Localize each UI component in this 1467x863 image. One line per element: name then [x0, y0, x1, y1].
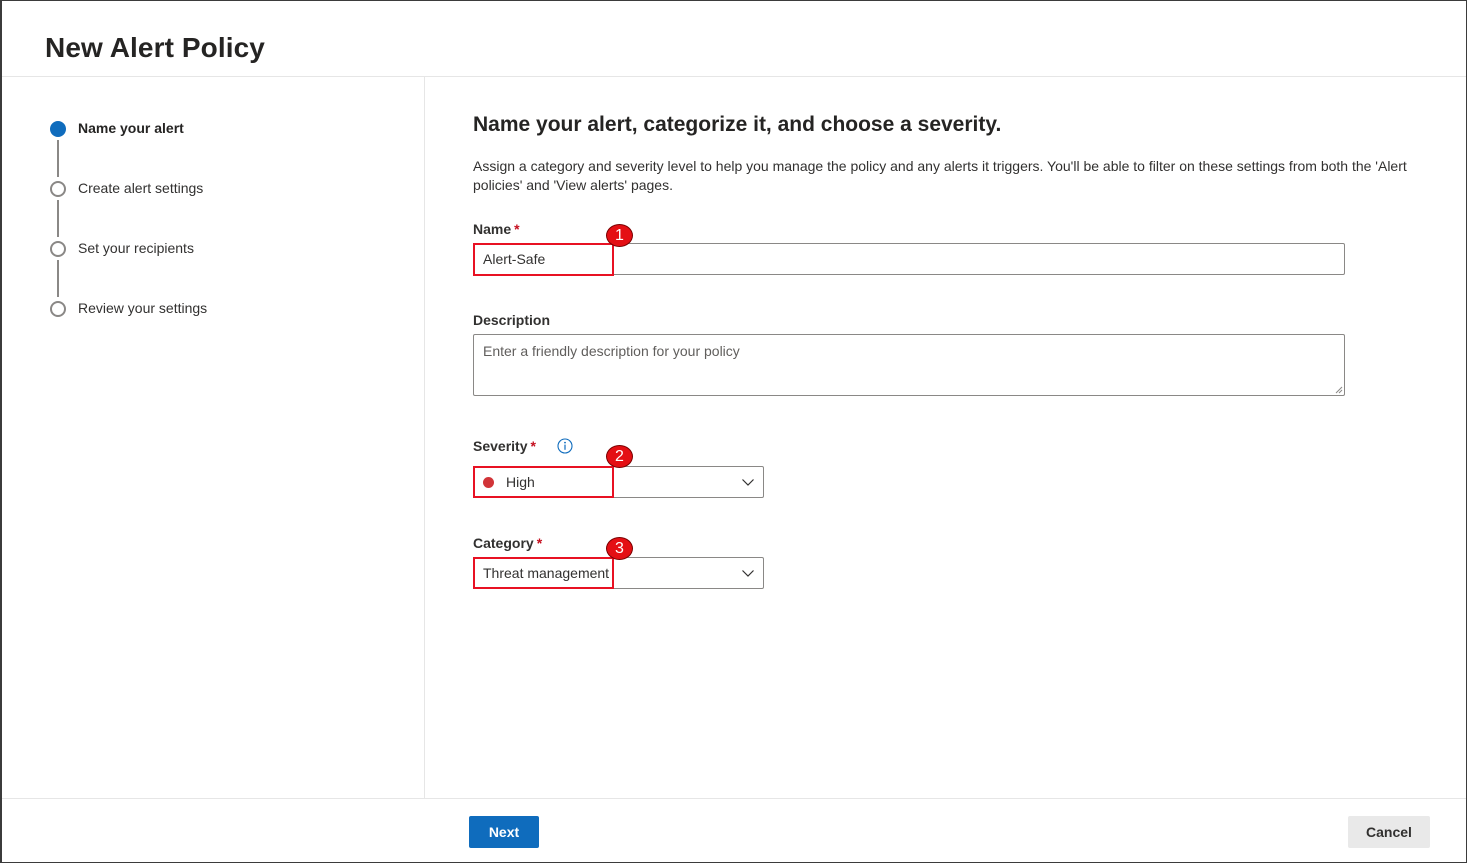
category-label: Category *: [473, 535, 542, 551]
step-create-alert-settings[interactable]: Create alert settings: [50, 179, 203, 199]
header-divider: [2, 76, 1466, 77]
name-input[interactable]: Alert-Safe: [473, 243, 1345, 275]
step-review-your-settings[interactable]: Review your settings: [50, 299, 207, 319]
step-connector: [57, 200, 59, 237]
severity-selected-value: High: [506, 474, 535, 490]
section-description: Assign a category and severity level to …: [473, 158, 1407, 193]
step-label: Name your alert: [78, 120, 184, 136]
step-connector: [57, 260, 59, 297]
severity-label: Severity *: [473, 438, 536, 454]
step-pending-indicator-icon: [50, 301, 66, 317]
severity-dropdown[interactable]: High: [473, 466, 764, 498]
info-icon[interactable]: [557, 438, 573, 454]
page-title: New Alert Policy: [45, 32, 265, 63]
required-marker: *: [536, 535, 543, 551]
section-heading: Name your alert, categorize it, and choo…: [473, 113, 1002, 136]
step-name-your-alert[interactable]: Name your alert: [50, 119, 184, 139]
step-label: Create alert settings: [78, 180, 204, 196]
severity-high-indicator-icon: [483, 476, 494, 488]
annotation-badge: 1: [606, 224, 633, 247]
sidebar-divider: [424, 77, 425, 798]
step-connector: [57, 140, 59, 177]
chevron-down-icon: [742, 479, 754, 486]
description-textarea[interactable]: Enter a friendly description for your po…: [473, 334, 1345, 396]
name-input-value: Alert-Safe: [483, 251, 546, 267]
cancel-button[interactable]: Cancel: [1348, 816, 1430, 848]
required-marker: *: [514, 221, 520, 237]
name-label-text: Name: [473, 221, 512, 237]
category-dropdown[interactable]: Threat management: [473, 557, 764, 589]
required-marker: *: [530, 438, 536, 454]
description-label: Description: [473, 312, 551, 328]
annotation-badge: 3: [606, 537, 633, 560]
chevron-down-icon: [742, 570, 754, 577]
resize-grip-icon[interactable]: [1335, 386, 1343, 394]
step-pending-indicator-icon: [50, 181, 66, 197]
next-button[interactable]: Next: [469, 816, 539, 848]
step-label: Set your recipients: [78, 240, 194, 256]
step-label: Review your settings: [78, 300, 208, 316]
category-label-text: Category: [473, 535, 534, 551]
annotation-badge: 2: [606, 445, 633, 468]
step-set-your-recipients[interactable]: Set your recipients: [50, 239, 194, 259]
description-placeholder: Enter a friendly description for your po…: [483, 343, 740, 359]
severity-label-text: Severity: [473, 438, 528, 454]
step-active-indicator-icon: [50, 121, 66, 137]
footer-divider: [2, 798, 1466, 799]
step-pending-indicator-icon: [50, 241, 66, 257]
name-label: Name *: [473, 221, 520, 237]
category-selected-value: Threat management: [483, 565, 610, 581]
